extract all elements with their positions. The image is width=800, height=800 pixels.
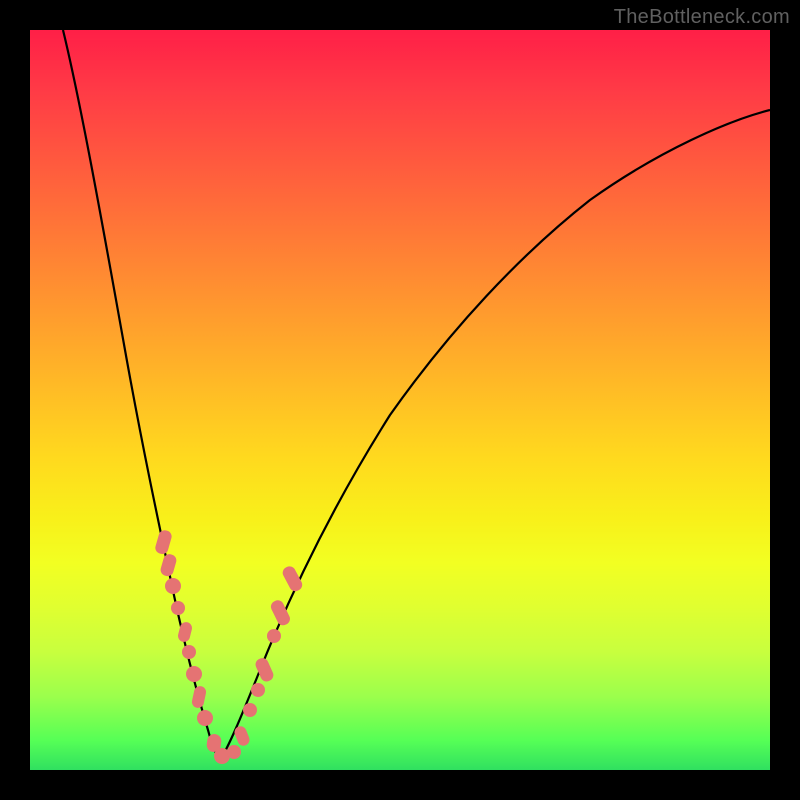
marker-dot: [243, 703, 257, 717]
marker-dot: [191, 685, 207, 709]
marker-dot: [251, 683, 265, 697]
marker-dot: [154, 529, 173, 556]
right-branch-curve: [220, 110, 770, 760]
plot-area: [30, 30, 770, 770]
marker-dot: [227, 745, 241, 759]
curves-svg: [30, 30, 770, 770]
marker-dot: [159, 553, 178, 578]
marker-dot: [177, 621, 193, 643]
chart-container: TheBottleneck.com: [0, 0, 800, 800]
marker-dot: [182, 645, 196, 659]
marker-dot: [197, 710, 213, 726]
marker-dot: [171, 601, 185, 615]
marker-dot: [267, 629, 281, 643]
marker-dot: [186, 666, 202, 682]
watermark-text: TheBottleneck.com: [614, 6, 790, 29]
marker-dot: [165, 578, 181, 594]
left-branch-curve: [63, 30, 220, 760]
